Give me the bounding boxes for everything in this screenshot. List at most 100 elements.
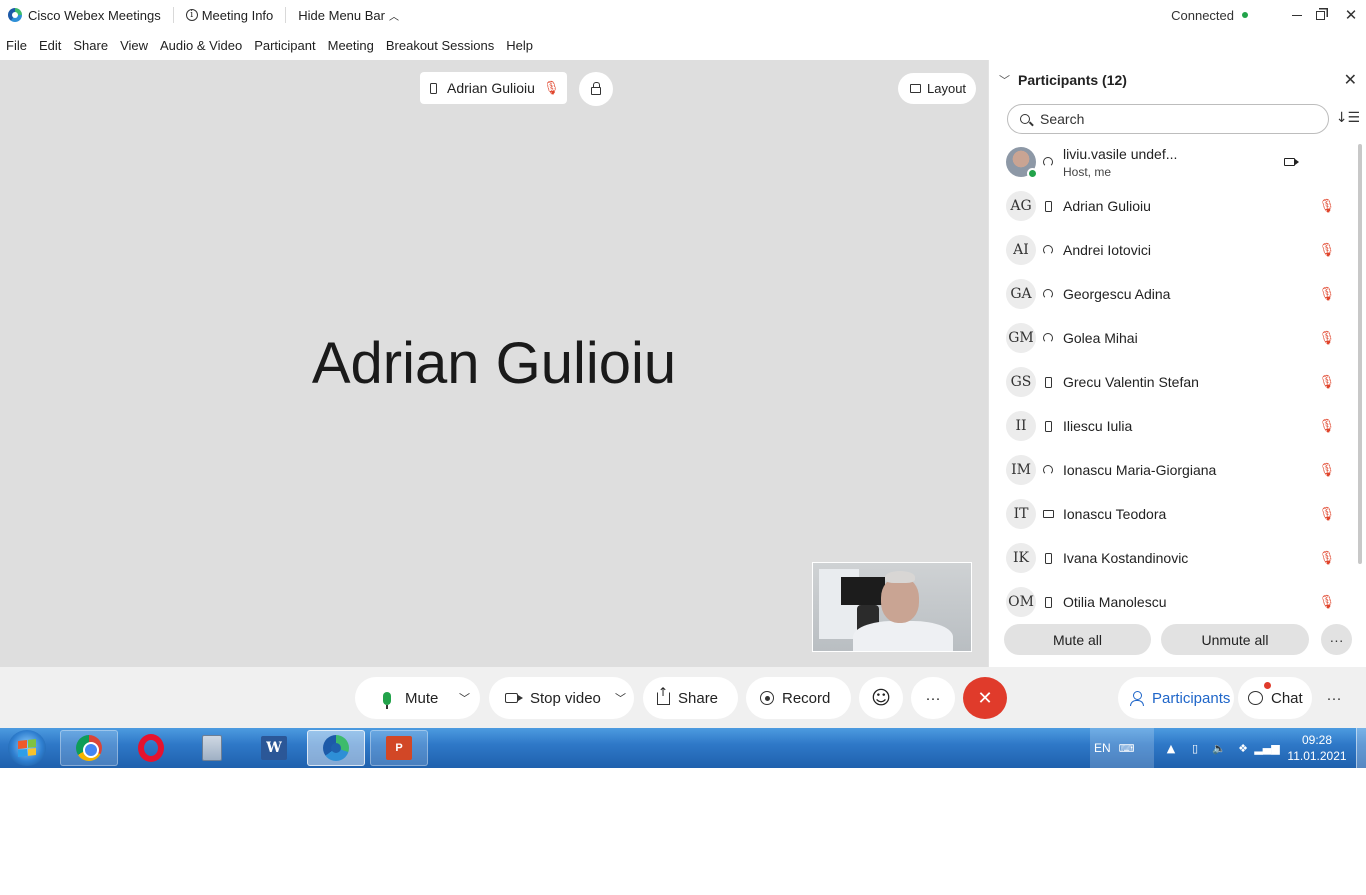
phone-icon: [1042, 376, 1054, 388]
taskbar-opera[interactable]: [122, 730, 180, 766]
close-icon: ✕: [1344, 6, 1358, 24]
menu-help[interactable]: Help: [506, 38, 533, 53]
mic-muted-icon[interactable]: 🎙︎: [1318, 331, 1335, 346]
start-button[interactable]: [8, 730, 46, 766]
leave-meeting-button[interactable]: ✕: [963, 677, 1007, 719]
taskbar-word[interactable]: W: [245, 730, 303, 766]
menu-audio-video[interactable]: Audio & Video: [160, 38, 242, 53]
participant-row[interactable]: OM Otilia Manolescu 🎙︎: [989, 580, 1357, 622]
more-options-button[interactable]: ···: [911, 677, 955, 719]
show-hidden-icons-icon[interactable]: ▲: [1164, 741, 1178, 755]
clock[interactable]: 09:28 11.01.2021: [1284, 732, 1350, 764]
clock-time: 09:28: [1301, 733, 1333, 747]
avatar: GA: [1006, 279, 1036, 309]
language-text: EN: [1094, 741, 1111, 755]
headset-icon: [1042, 332, 1054, 344]
menu-edit[interactable]: Edit: [39, 38, 61, 53]
mic-muted-icon[interactable]: 🎙︎: [1318, 551, 1335, 566]
chevron-down-icon[interactable]: ﹀: [999, 72, 1010, 88]
participant-row[interactable]: IM Ionascu Maria-Giorgiana 🎙︎: [989, 448, 1357, 492]
participant-name: Georgescu Adina: [1063, 286, 1171, 302]
video-camera-icon: [1284, 158, 1299, 166]
share-button[interactable]: Share: [643, 677, 738, 719]
menu-share[interactable]: Share: [73, 38, 108, 53]
participant-row-host[interactable]: liviu.vasile undef... Host, me: [989, 140, 1357, 184]
mute-all-button[interactable]: Mute all: [1004, 624, 1151, 655]
mic-muted-icon[interactable]: 🎙︎: [1318, 419, 1335, 434]
participant-row[interactable]: AG Adrian Gulioiu 🎙︎: [989, 184, 1357, 228]
taskbar-calculator[interactable]: [183, 730, 241, 766]
close-window-button[interactable]: ✕: [1336, 0, 1366, 30]
active-speaker-name: Adrian Gulioiu: [447, 80, 535, 96]
phone-icon: [1042, 596, 1054, 608]
app-title-text: Cisco Webex Meetings: [28, 7, 161, 23]
menu-meeting[interactable]: Meeting: [328, 38, 374, 53]
device-icon[interactable]: ▯: [1188, 741, 1202, 755]
participant-row[interactable]: GA Georgescu Adina 🎙︎: [989, 272, 1357, 316]
unmute-all-button[interactable]: Unmute all: [1161, 624, 1309, 655]
webex-icon: [323, 735, 349, 761]
menu-breakout-sessions[interactable]: Breakout Sessions: [386, 38, 494, 53]
headset-icon: [1042, 156, 1054, 168]
participant-row[interactable]: GM Golea Mihai 🎙︎: [989, 316, 1357, 360]
opera-icon: [138, 734, 164, 762]
participant-list-scrollbar[interactable]: [1358, 144, 1362, 564]
taskbar-chrome[interactable]: [60, 730, 118, 766]
participant-name: Iliescu Iulia: [1063, 418, 1133, 434]
mic-muted-icon[interactable]: 🎙︎: [1318, 199, 1335, 214]
record-label: Record: [782, 689, 831, 707]
network-signal-icon[interactable]: ▂▄▆: [1254, 741, 1279, 755]
more-icon: ···: [1326, 689, 1342, 707]
menu-file[interactable]: File: [6, 38, 27, 53]
participant-row[interactable]: AI Andrei Iotovici 🎙︎: [989, 228, 1357, 272]
more-panels-button[interactable]: ···: [1318, 677, 1350, 719]
powerpoint-icon: P: [386, 736, 412, 760]
search-input[interactable]: [1040, 111, 1300, 127]
more-icon: ···: [1329, 631, 1344, 648]
self-view-video[interactable]: [812, 562, 972, 652]
stop-video-label: Stop video: [530, 689, 601, 707]
mic-muted-icon[interactable]: 🎙︎: [1318, 595, 1335, 610]
panel-more-options-button[interactable]: ···: [1321, 624, 1352, 655]
chevron-down-icon[interactable]: ﹀: [615, 690, 626, 706]
chat-button[interactable]: Chat: [1238, 677, 1312, 719]
taskbar-powerpoint[interactable]: P: [370, 730, 428, 766]
participant-row[interactable]: IK Ivana Kostandinovic 🎙︎: [989, 536, 1357, 580]
mic-muted-icon[interactable]: 🎙︎: [1318, 243, 1335, 258]
meeting-info-button[interactable]: i Meeting Info: [185, 0, 273, 30]
avatar: IK: [1006, 543, 1036, 573]
hide-menu-bar-button[interactable]: Hide Menu Bar ︿: [298, 0, 399, 30]
chevron-down-icon[interactable]: ﹀: [459, 690, 470, 706]
lock-meeting-button[interactable]: [579, 72, 613, 106]
close-panel-icon[interactable]: ✕: [1344, 70, 1357, 89]
volume-icon[interactable]: 🔈: [1212, 741, 1226, 755]
avatar: AG: [1006, 191, 1036, 221]
participants-button[interactable]: Participants: [1118, 677, 1234, 719]
participant-row[interactable]: GS Grecu Valentin Stefan 🎙︎: [989, 360, 1357, 404]
taskbar-webex[interactable]: [307, 730, 365, 766]
person-hair: [885, 571, 915, 583]
phone-icon: [1042, 420, 1054, 432]
language-indicator[interactable]: EN ⌨: [1090, 728, 1154, 768]
record-button[interactable]: Record: [746, 677, 851, 719]
participant-row[interactable]: II Iliescu Iulia 🎙︎: [989, 404, 1357, 448]
participant-row[interactable]: IT Ionascu Teodora 🎙︎: [989, 492, 1357, 536]
mic-muted-icon[interactable]: 🎙︎: [1318, 463, 1335, 478]
dropbox-icon[interactable]: ❖: [1236, 741, 1250, 755]
mic-muted-icon[interactable]: 🎙︎: [1318, 375, 1335, 390]
restore-button[interactable]: [1305, 0, 1335, 30]
show-desktop-button[interactable]: [1356, 728, 1366, 768]
mic-muted-icon[interactable]: 🎙︎: [1318, 507, 1335, 522]
stop-video-button[interactable]: Stop video ﹀: [489, 677, 634, 719]
restore-icon: [1315, 10, 1325, 20]
hide-menu-bar-label: Hide Menu Bar: [298, 7, 385, 23]
sort-icon[interactable]: ↓☰: [1336, 110, 1360, 126]
reactions-button[interactable]: ☺: [859, 677, 903, 719]
chat-bubble-icon: [1248, 691, 1263, 705]
menu-participant[interactable]: Participant: [254, 38, 315, 53]
mute-button[interactable]: Mute ﹀: [355, 677, 480, 719]
menu-view[interactable]: View: [120, 38, 148, 53]
mic-muted-icon[interactable]: 🎙︎: [1318, 287, 1335, 302]
layout-button[interactable]: Layout: [898, 73, 976, 104]
participants-label: Participants: [1152, 689, 1231, 707]
